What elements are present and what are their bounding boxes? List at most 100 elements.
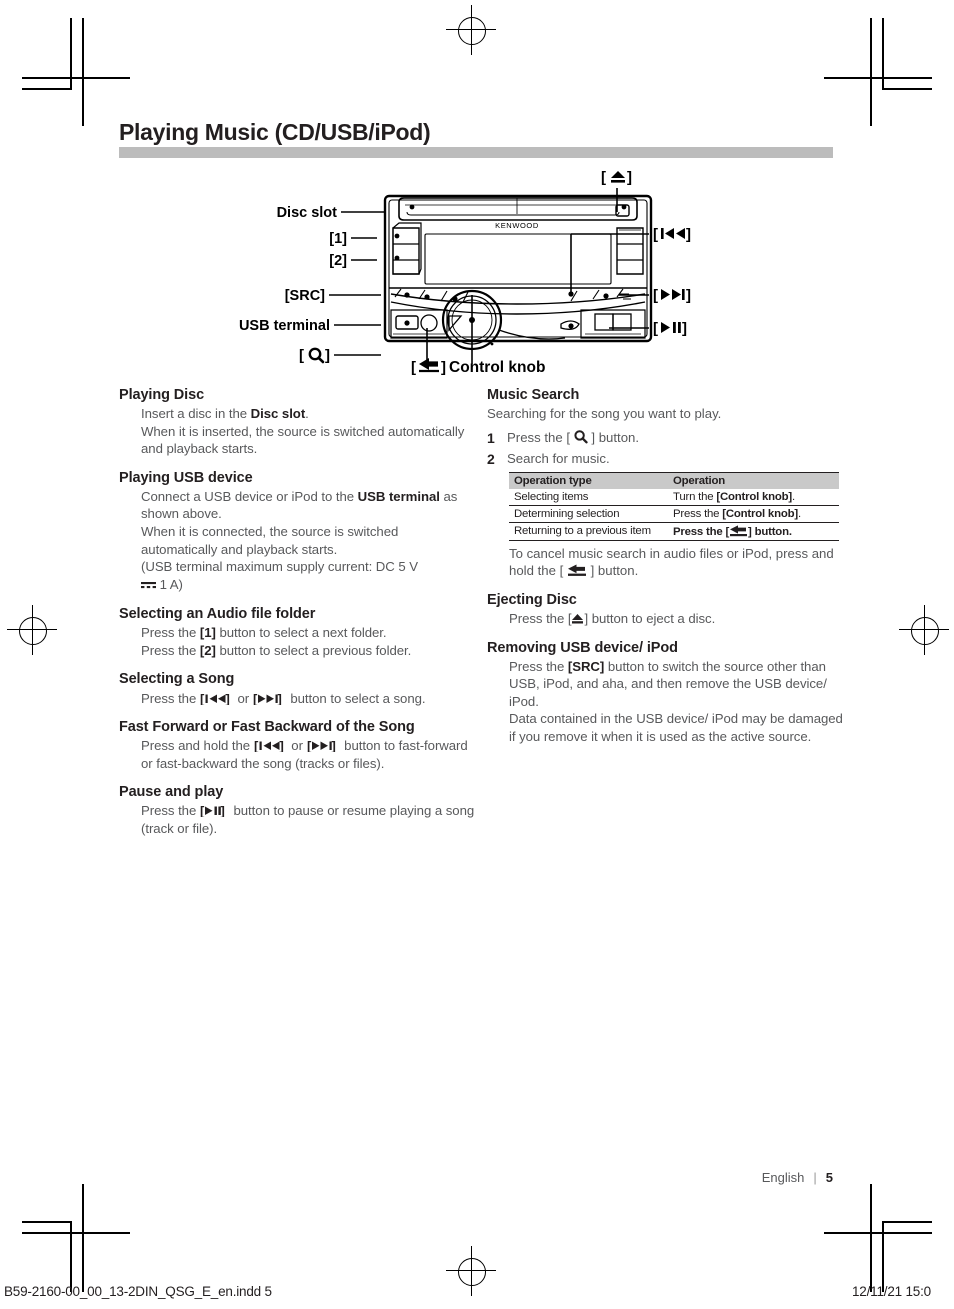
- step-1-number: 1: [487, 429, 495, 446]
- crop-mark-tr-h: [824, 77, 932, 79]
- text: Connect a USB device or iPod to the: [141, 488, 358, 504]
- section-pause-play: Pause and play Press the [] button to pa…: [119, 783, 475, 837]
- text: Press the: [509, 658, 568, 674]
- print-filename: B59-2160-00_00_13-2DIN_QSG_E_en.indd 5: [4, 1284, 272, 1299]
- svg-text:[: [: [653, 320, 658, 337]
- text: To cancel music search in audio files or…: [509, 545, 834, 579]
- brand-label: KENWOOD: [495, 221, 539, 230]
- table-row: Selecting items Turn the [Control knob].: [509, 488, 839, 506]
- text: or: [287, 738, 307, 754]
- label-back: [ ]: [411, 358, 446, 376]
- label-next-track: [ ]: [653, 287, 691, 304]
- svg-text:]: ]: [331, 739, 335, 752]
- footer-separator: |: [813, 1170, 817, 1185]
- search-button-dot: [424, 294, 430, 300]
- playing-disc-line-2: When it is inserted, the source is switc…: [141, 423, 465, 457]
- crop-mark-tr-h2: [882, 88, 932, 90]
- text: button to select a previous folder.: [215, 642, 412, 658]
- crop-mark-tl-h: [22, 77, 130, 79]
- step-1-text: Press the [ ] button.: [507, 429, 639, 448]
- search-icon: [574, 429, 588, 444]
- text: .: [305, 406, 309, 422]
- text: .: [797, 507, 801, 520]
- usb-terminal-term: USB terminal: [357, 488, 440, 504]
- svg-text:[: [: [299, 347, 304, 364]
- step-2-number: 2: [487, 451, 495, 468]
- svg-text:]: ]: [627, 169, 632, 186]
- text: ] button.: [586, 563, 639, 579]
- text: ] button.: [587, 429, 640, 445]
- registration-mark-right: [899, 605, 949, 655]
- crop-mark-tr-v2: [882, 18, 884, 90]
- cell-operation: Press the [Control knob].: [668, 505, 839, 523]
- text: Press the: [141, 803, 200, 819]
- prev-button-dot: [568, 291, 574, 297]
- footer-language: English: [761, 1170, 805, 1185]
- section-playing-usb: Playing USB device Connect a USB device …: [119, 469, 475, 594]
- svg-text:]: ]: [441, 359, 446, 376]
- column-header-operation: Operation: [668, 471, 839, 489]
- label-search: [ ]: [299, 347, 330, 364]
- section-ejecting-disc: Ejecting Disc Press the [] button to eje…: [487, 591, 843, 628]
- back-arrow-icon: [567, 564, 587, 577]
- next-button-dot: [603, 293, 609, 299]
- text: Press the: [141, 625, 200, 641]
- eject-icon: [571, 613, 584, 625]
- button-1-term: [1]: [199, 625, 216, 641]
- registration-mark-bottom: [446, 1246, 496, 1296]
- playing-disc-line-1: Insert a disc in the Disc slot.: [119, 405, 475, 423]
- right-content-column: Music Search Searching for the song you …: [487, 386, 843, 746]
- dc-current-icon: [141, 577, 156, 595]
- svg-text:[: [: [253, 692, 258, 705]
- car-stereo-diagram: KENWOOD Disc slot [1] [2] [SRC] USB term…: [119, 168, 833, 380]
- crop-mark-tl-h2: [22, 88, 72, 90]
- crop-mark-br-h: [824, 1232, 932, 1234]
- table-row: Returning to a previous item Press the […: [509, 522, 839, 541]
- page-footer: English | 5: [762, 1170, 833, 1185]
- back-arrow-icon: [729, 525, 748, 537]
- svg-text:[: [: [254, 739, 259, 752]
- text: button to select a next folder.: [215, 625, 387, 641]
- label-prev-track: [ ]: [653, 226, 691, 243]
- src-term: [SRC]: [567, 658, 605, 674]
- footer-page-number: 5: [825, 1170, 833, 1185]
- crop-mark-br-h2: [882, 1221, 932, 1223]
- svg-text:[: [: [653, 226, 658, 243]
- src-button-dot: [404, 292, 410, 298]
- section-music-search: Music Search Searching for the song you …: [487, 386, 843, 580]
- text: Insert a disc in the: [141, 406, 251, 422]
- step-2: 2 Search for music.: [487, 450, 843, 469]
- text: Press the: [141, 642, 200, 658]
- section-selecting-folder: Selecting an Audio file folder Press the…: [119, 605, 475, 659]
- folder-line-2: Press the [2] button to select a previou…: [119, 642, 475, 660]
- ejecting-disc-line: Press the [] button to eject a disc.: [487, 610, 843, 628]
- crop-mark-br-v2: [882, 1221, 884, 1292]
- left-content-column: Playing Disc Insert a disc in the Disc s…: [119, 386, 475, 838]
- usb-line-1: Connect a USB device or iPod to the USB …: [119, 488, 475, 523]
- heading-removing-usb: Removing USB device/ iPod: [487, 639, 678, 656]
- text: Press the [: [507, 429, 574, 445]
- text: Press the: [141, 690, 200, 706]
- prev-track-icon: []: [200, 692, 234, 705]
- svg-text:]: ]: [279, 739, 283, 752]
- page-title: Playing Music (CD/USB/iPod): [119, 119, 431, 145]
- prev-track-icon: []: [254, 739, 288, 752]
- label-eject: [ ]: [601, 169, 632, 186]
- table-row: Determining selection Press the [Control…: [509, 505, 839, 523]
- text: (USB terminal maximum supply current: DC…: [141, 559, 419, 575]
- label-play-pause: [ ]: [653, 320, 687, 337]
- heading-selecting-song: Selecting a Song: [119, 671, 235, 688]
- text: button to select a song.: [286, 690, 426, 706]
- print-timestamp: 12/11/21 15:0: [852, 1284, 931, 1299]
- section-removing-usb: Removing USB device/ iPod Press the [SRC…: [487, 639, 843, 746]
- heading-music-search: Music Search: [487, 387, 580, 403]
- svg-text:]: ]: [325, 347, 330, 364]
- cell-operation: Turn the [Control knob].: [668, 488, 839, 506]
- svg-text:[: [: [200, 692, 205, 705]
- heading-selecting-folder: Selecting an Audio file folder: [119, 606, 316, 623]
- removing-usb-line-2: Data contained in the USB device/ iPod m…: [509, 711, 843, 744]
- column-header-operation-type: Operation type: [509, 471, 668, 489]
- ff-line-1: Press and hold the [] or [] button to fa…: [119, 737, 475, 772]
- text: Turn the: [673, 490, 717, 503]
- text: .: [792, 490, 795, 503]
